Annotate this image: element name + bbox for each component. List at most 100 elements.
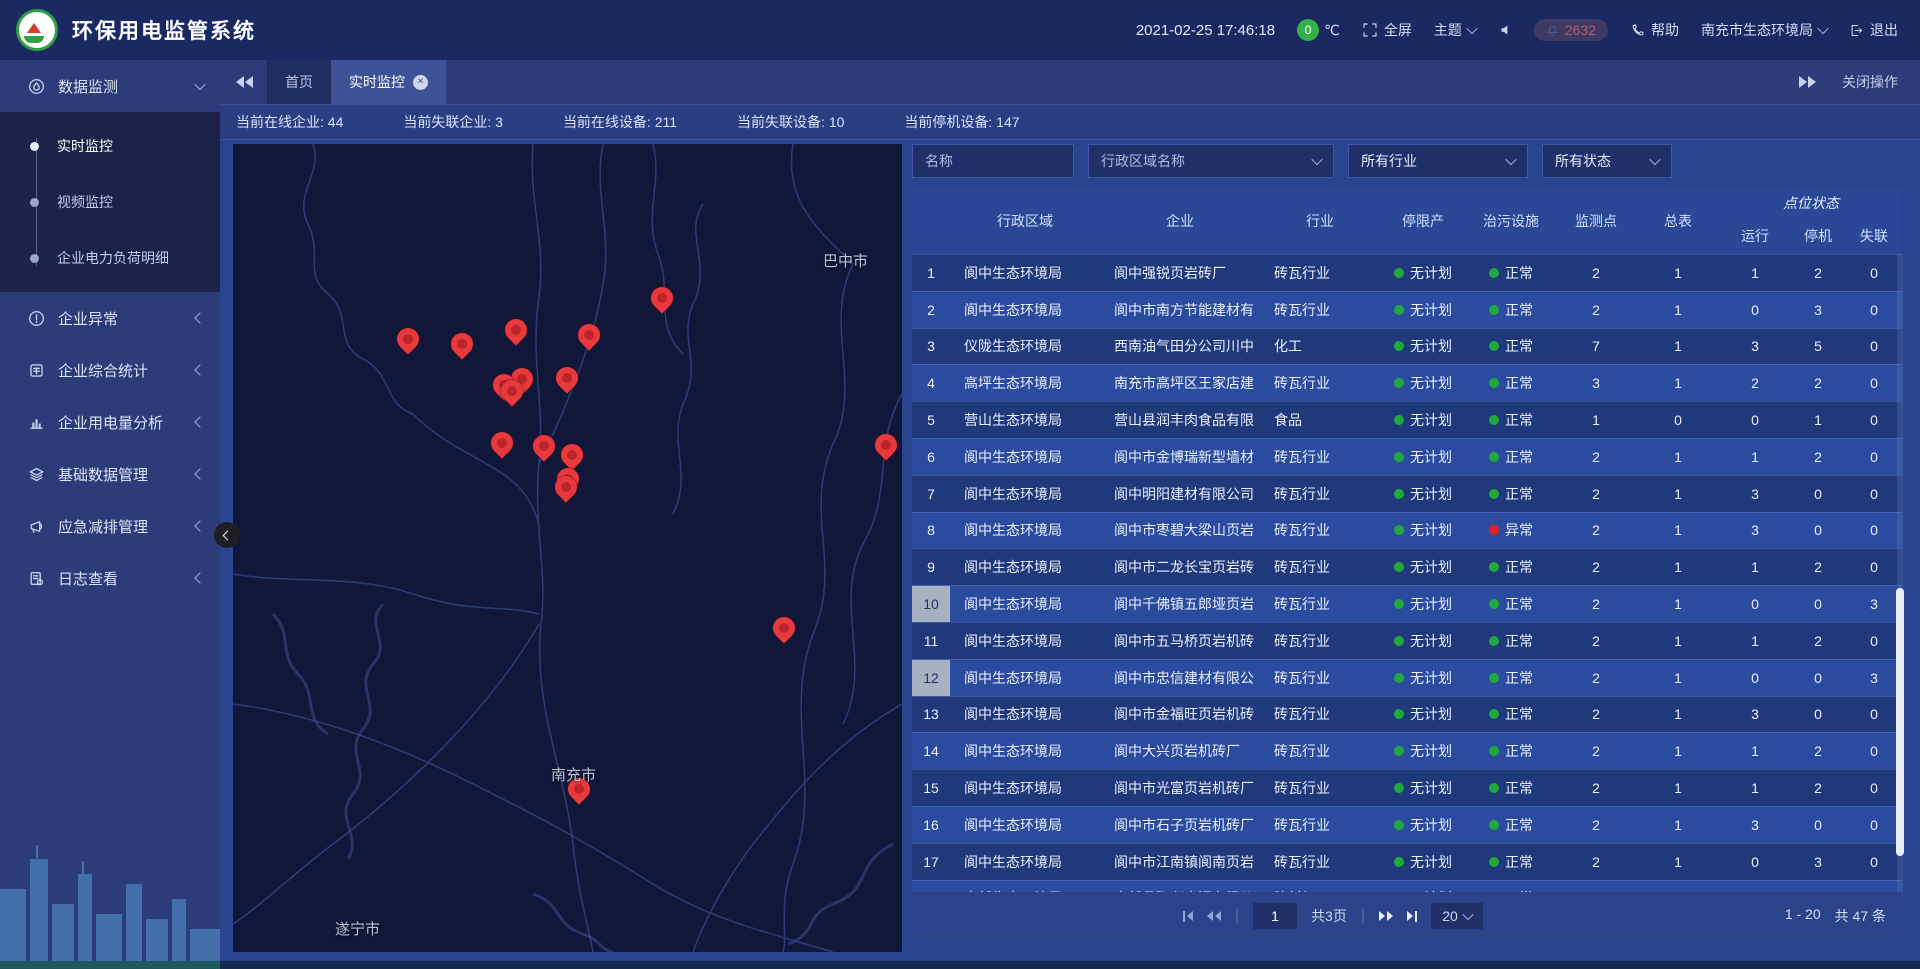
fullscreen-button[interactable]: 全屏	[1362, 20, 1412, 40]
sidebar-group-4[interactable]: 基础数据管理	[0, 448, 220, 500]
close-tab-icon[interactable]: ×	[413, 75, 428, 90]
prev-page-button[interactable]	[1207, 911, 1221, 921]
status-dot-green-icon	[1394, 452, 1404, 462]
sidebar-group-3[interactable]: 企业用电量分析	[0, 396, 220, 448]
page-number-input[interactable]: 1	[1253, 903, 1297, 929]
table-row-10[interactable]: 10阆中生态环境局阆中千佛镇五郎垭页岩砖瓦行业无计划正常21003	[912, 585, 1902, 622]
sidebar-subitem-0[interactable]: 实时监控	[0, 118, 220, 174]
cell-lost-count: 0	[1846, 881, 1902, 892]
cell-facility-status: 正常	[1466, 549, 1556, 585]
cell-total-meters: 1	[1636, 623, 1720, 659]
table-row-7[interactable]: 7阆中生态环境局阆中明阳建材有限公司砖瓦行业无计划正常21300	[912, 475, 1902, 512]
sidebar-subitem-1[interactable]: 视频监控	[0, 174, 220, 230]
tabs-scroll-left-button[interactable]	[236, 76, 253, 88]
table-row-4[interactable]: 4高坪生态环境局南充市高坪区王家店建砖瓦行业无计划正常31220	[912, 364, 1902, 401]
cell-lost-count: 3	[1846, 586, 1902, 622]
table-scrollbar-handle[interactable]	[1896, 588, 1904, 856]
speaker-mute-icon[interactable]	[1498, 23, 1512, 37]
help-button[interactable]: 帮助	[1630, 20, 1679, 40]
row-number: 2	[912, 292, 950, 328]
page-size-select[interactable]: 20	[1431, 903, 1483, 929]
industry-filter-select[interactable]: 所有行业	[1348, 144, 1528, 178]
cell-run-count: 1	[1720, 733, 1790, 769]
next-page-button[interactable]	[1379, 911, 1393, 921]
sidebar-group-1[interactable]: 企业异常	[0, 292, 220, 344]
table-row-11[interactable]: 11阆中生态环境局阆中市五马桥页岩机砖砖瓦行业无计划正常21120	[912, 622, 1902, 659]
cell-region: 阆中生态环境局	[950, 733, 1100, 769]
map-pin-4[interactable]	[446, 328, 477, 359]
sidebar-group-0[interactable]: 数据监测	[0, 60, 220, 112]
close-operations-button[interactable]: 关闭操作	[1842, 72, 1898, 92]
cell-total-meters: 1	[1636, 733, 1720, 769]
org-menu[interactable]: 南充市生态环境局	[1701, 20, 1827, 40]
table-row-12[interactable]: 12阆中生态环境局阆中市忠信建材有限公砖瓦行业无计划正常21003	[912, 659, 1902, 696]
map-pin-2[interactable]	[573, 319, 604, 350]
cell-facility-status: 正常	[1466, 770, 1556, 806]
map-pin-0[interactable]	[646, 282, 677, 313]
name-filter-input[interactable]	[912, 144, 1074, 178]
row-number: 14	[912, 733, 950, 769]
app-root: 环保用电监管系统 2021-02-25 17:46:18 0 ℃ 全屏 主题	[0, 0, 1920, 969]
sidebar-submenu: 实时监控视频监控企业电力负荷明细	[0, 112, 220, 292]
table-row-2[interactable]: 2阆中生态环境局阆中市南方节能建材有砖瓦行业无计划正常21030	[912, 291, 1902, 328]
last-page-button[interactable]	[1407, 911, 1417, 922]
status-dot-green-icon	[1394, 636, 1404, 646]
col-region: 行政区域	[950, 188, 1100, 254]
map-pin-15[interactable]	[768, 612, 799, 643]
notification-badge[interactable]: 2632	[1534, 19, 1608, 41]
table-header: 行政区域 企业 行业 停限产 治污设施 监测点 总表 点位状态 运行 停机 失联	[912, 188, 1902, 254]
industry-filter-value: 所有行业	[1361, 151, 1417, 171]
region-filter-select[interactable]: 行政区域名称	[1088, 144, 1334, 178]
table-row-6[interactable]: 6阆中生态环境局阆中市金博瑞新型墙材砖瓦行业无计划正常21120	[912, 438, 1902, 475]
map-pin-1[interactable]	[500, 314, 531, 345]
map-pin-3[interactable]	[392, 323, 423, 354]
app-logo-icon	[16, 9, 58, 51]
logout-button[interactable]: 退出	[1849, 20, 1898, 40]
stat-item-1: 当前失联企业: 3	[403, 112, 503, 132]
table-row-15[interactable]: 15阆中生态环境局阆中市光富页岩机砖厂砖瓦行业无计划正常21120	[912, 769, 1902, 806]
cell-monitor-count: 2	[1556, 623, 1636, 659]
table-row-8[interactable]: 8阆中生态环境局阆中市枣碧大梁山页岩砖瓦行业无计划异常21300	[912, 512, 1902, 549]
table-row-16[interactable]: 16阆中生态环境局阆中市石子页岩机砖厂砖瓦行业无计划正常21300	[912, 806, 1902, 843]
theme-label: 主题	[1434, 20, 1462, 40]
first-page-button[interactable]	[1183, 911, 1193, 922]
sidebar-subitem-2[interactable]: 企业电力负荷明细	[0, 230, 220, 286]
pagination-controls: | 1 共3页 | 20	[1063, 903, 1483, 929]
table-row-1[interactable]: 1阆中生态环境局阆中强锐页岩砖厂砖瓦行业无计划正常21120	[912, 254, 1902, 291]
sidebar-group-2[interactable]: 企业综合统计	[0, 344, 220, 396]
table-row-17[interactable]: 17阆中生态环境局阆中市江南镇阆南页岩砖瓦行业无计划正常21030	[912, 843, 1902, 880]
theme-menu[interactable]: 主题	[1434, 20, 1476, 40]
map-pin-5[interactable]	[551, 362, 582, 393]
table-row-13[interactable]: 13阆中生态环境局阆中市金福旺页岩机砖砖瓦行业无计划正常21300	[912, 696, 1902, 733]
sidebar-group-6[interactable]: 日志查看	[0, 552, 220, 604]
table-row-5[interactable]: 5营山生态环境局营山县润丰肉食品有限食品无计划正常10010	[912, 401, 1902, 438]
fullscreen-icon	[1362, 22, 1378, 38]
sidebar-group-5[interactable]: 应急减排管理	[0, 500, 220, 552]
cell-region: 阆中生态环境局	[950, 623, 1100, 659]
cell-monitor-count: 3	[1556, 365, 1636, 401]
table-row-18[interactable]: 18南部生态环境局南部县砌兴水泥有限公建材加工无计划正常60060	[912, 880, 1902, 892]
col-facility: 治污设施	[1466, 188, 1556, 254]
divider: |	[1361, 907, 1365, 925]
row-number: 9	[912, 549, 950, 585]
row-number: 10	[912, 586, 950, 622]
tabs-scroll-right-button[interactable]	[1799, 76, 1816, 88]
table-row-14[interactable]: 14阆中生态环境局阆中大兴页岩机砖厂砖瓦行业无计划正常21120	[912, 732, 1902, 769]
table-row-3[interactable]: 3仪陇生态环境局西南油气田分公司川中化工无计划正常71350	[912, 328, 1902, 365]
sidebar-collapse-handle[interactable]	[214, 522, 240, 548]
map-pin-9[interactable]	[486, 427, 517, 458]
row-number: 7	[912, 476, 950, 512]
map-pin-10[interactable]	[870, 429, 901, 460]
tab-realtime-monitor[interactable]: 实时监控 ×	[331, 60, 446, 104]
cell-run-count: 1	[1720, 770, 1790, 806]
cell-lost-count: 0	[1846, 733, 1902, 769]
map-pin-11[interactable]	[528, 430, 559, 461]
map-pin-12[interactable]	[556, 439, 587, 470]
table-row-9[interactable]: 9阆中生态环境局阆中市二龙长宝页岩砖砖瓦行业无计划正常21120	[912, 548, 1902, 585]
col-total: 总表	[1636, 188, 1720, 254]
status-filter-select[interactable]: 所有状态	[1542, 144, 1672, 178]
cell-total-meters: 1	[1636, 549, 1720, 585]
map-canvas[interactable]: 巴中市南充市遂宁市	[233, 144, 902, 952]
cell-company: 南充市高坪区王家店建	[1100, 365, 1260, 401]
tab-home[interactable]: 首页	[267, 60, 331, 104]
